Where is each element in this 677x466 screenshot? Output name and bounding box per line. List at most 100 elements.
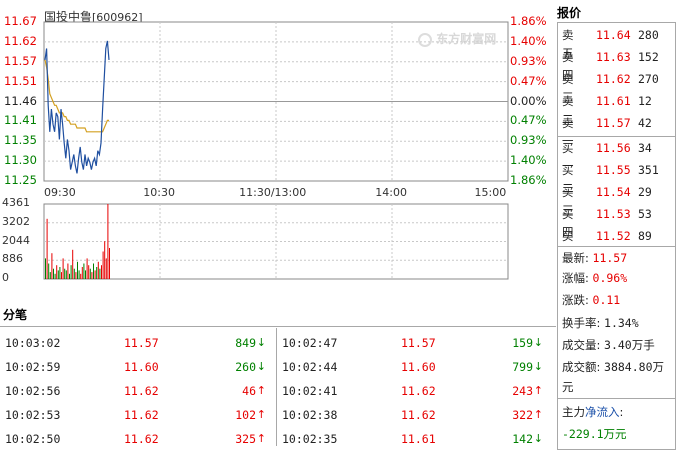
tick-price: 11.62	[124, 384, 159, 398]
volume-bar	[57, 270, 59, 279]
order-price: 11.56	[596, 141, 631, 155]
volume-bar	[85, 270, 86, 279]
order-price: 11.55	[596, 163, 631, 177]
volume-bar	[73, 268, 75, 279]
volume-bar	[94, 270, 96, 279]
tick-row: 10:02:35 11.61 142 ↓	[277, 427, 549, 451]
change-row: 涨跌: 0.11	[562, 293, 621, 307]
arrow-down-icon: ↓	[256, 336, 266, 349]
order-volume: 29	[638, 185, 652, 199]
order-volume: 270	[638, 72, 659, 86]
volume-bar	[91, 272, 93, 279]
turnover-value: 1.34%	[604, 316, 639, 330]
tick-volume: 322	[512, 408, 533, 422]
tick-volume: 243	[512, 384, 533, 398]
chart-grid	[43, 21, 509, 280]
main-flow-link[interactable]: 净流入	[585, 405, 620, 419]
tick-volume: 159	[512, 336, 533, 350]
volume-bar	[88, 265, 90, 279]
volume-bar	[107, 204, 109, 279]
tick-volume: 799	[512, 360, 533, 374]
volume-bar	[69, 273, 70, 279]
order-book-divider	[558, 136, 675, 137]
volume-bar	[51, 253, 53, 279]
order-price: 11.52	[596, 229, 631, 243]
volume-bar	[46, 218, 48, 279]
order-volume: 89	[638, 229, 652, 243]
tick-volume: 142	[512, 432, 533, 446]
tick-row: 10:02:47 11.57 159 ↓	[277, 331, 549, 355]
volume-bar	[99, 268, 101, 279]
volume-bar	[81, 267, 83, 279]
tick-volume: 260	[235, 360, 256, 374]
tick-price: 11.60	[124, 360, 159, 374]
volume-bar	[72, 249, 74, 279]
order-volume: 351	[638, 163, 659, 177]
volume-bar	[62, 258, 64, 279]
tick-time: 10:02:35	[282, 432, 338, 446]
arrow-down-icon: ↓	[533, 360, 543, 373]
amount-row: 成交额: 3884.80万	[562, 360, 664, 374]
tick-price: 11.62	[124, 432, 159, 446]
order-price: 11.53	[596, 207, 631, 221]
volume-bar	[86, 258, 88, 279]
tick-price: 11.57	[401, 336, 436, 350]
amount-unit: 元	[562, 380, 574, 394]
tick-volume: 46	[242, 384, 256, 398]
arrow-up-icon: ↑	[256, 384, 266, 397]
main-flow-row: 主力净流入:	[562, 405, 624, 419]
tick-price: 11.62	[124, 408, 159, 422]
volume-bar	[45, 258, 46, 279]
arrow-up-icon: ↑	[256, 432, 266, 445]
volume-bar	[102, 251, 104, 279]
tick-time: 10:02:50	[5, 432, 61, 446]
tick-price: 11.57	[124, 336, 159, 350]
tick-time: 10:02:47	[282, 336, 338, 350]
order-volume: 12	[638, 94, 652, 108]
volume-bar	[56, 265, 58, 279]
volume-bar	[101, 265, 102, 279]
tick-row: 10:02:53 11.62 102 ↑	[0, 403, 272, 427]
volume-bar	[48, 263, 50, 279]
tick-row: 10:02:59 11.60 260 ↓	[0, 355, 272, 379]
volume-bar	[75, 272, 77, 279]
tick-time: 10:02:59	[5, 360, 61, 374]
tick-row: 10:02:56 11.62 46 ↑	[0, 379, 272, 403]
order-volume: 42	[638, 116, 652, 130]
order-price: 11.61	[596, 94, 631, 108]
arrow-up-icon: ↑	[256, 408, 266, 421]
quote-stats: 最新: 11.57 涨幅: 0.96% 涨跌: 0.11 换手率: 1.34% …	[557, 246, 676, 400]
price-line	[44, 40, 110, 174]
arrow-up-icon: ↑	[533, 408, 543, 421]
volume-bar	[78, 270, 80, 279]
ticks-header-line	[0, 326, 556, 327]
intraday-chart[interactable]	[0, 0, 556, 290]
volume-bar	[64, 268, 66, 279]
volume-value: 3.40万手	[604, 338, 655, 352]
tick-time: 10:02:41	[282, 384, 338, 398]
tick-price: 11.61	[401, 432, 436, 446]
arrow-down-icon: ↓	[533, 432, 543, 445]
volume-bar	[65, 270, 67, 279]
tick-row: 10:02:44 11.60 799 ↓	[277, 355, 549, 379]
tick-row: 10:02:41 11.62 243 ↑	[277, 379, 549, 403]
price-line-path	[44, 40, 110, 174]
arrow-down-icon: ↓	[256, 360, 266, 373]
order-volume: 152	[638, 50, 659, 64]
volume-bar	[61, 272, 62, 279]
volume-bar	[77, 261, 78, 279]
ticks-title: 分笔	[3, 308, 28, 322]
order-price: 11.62	[596, 72, 631, 86]
order-volume: 34	[638, 141, 652, 155]
change-pct: 0.96%	[592, 271, 628, 285]
order-price: 11.64	[596, 28, 631, 42]
turnover-row: 换手率: 1.34%	[562, 316, 639, 330]
tick-price: 11.60	[401, 360, 436, 374]
report-title: 报价	[557, 6, 582, 20]
arrow-down-icon: ↓	[533, 336, 543, 349]
tick-row: 10:03:02 11.57 849 ↓	[0, 331, 272, 355]
volume-bar	[105, 258, 107, 279]
change-value: 0.11	[592, 293, 621, 307]
volume-row: 成交量: 3.40万手	[562, 338, 655, 352]
tick-time: 10:02:56	[5, 384, 61, 398]
